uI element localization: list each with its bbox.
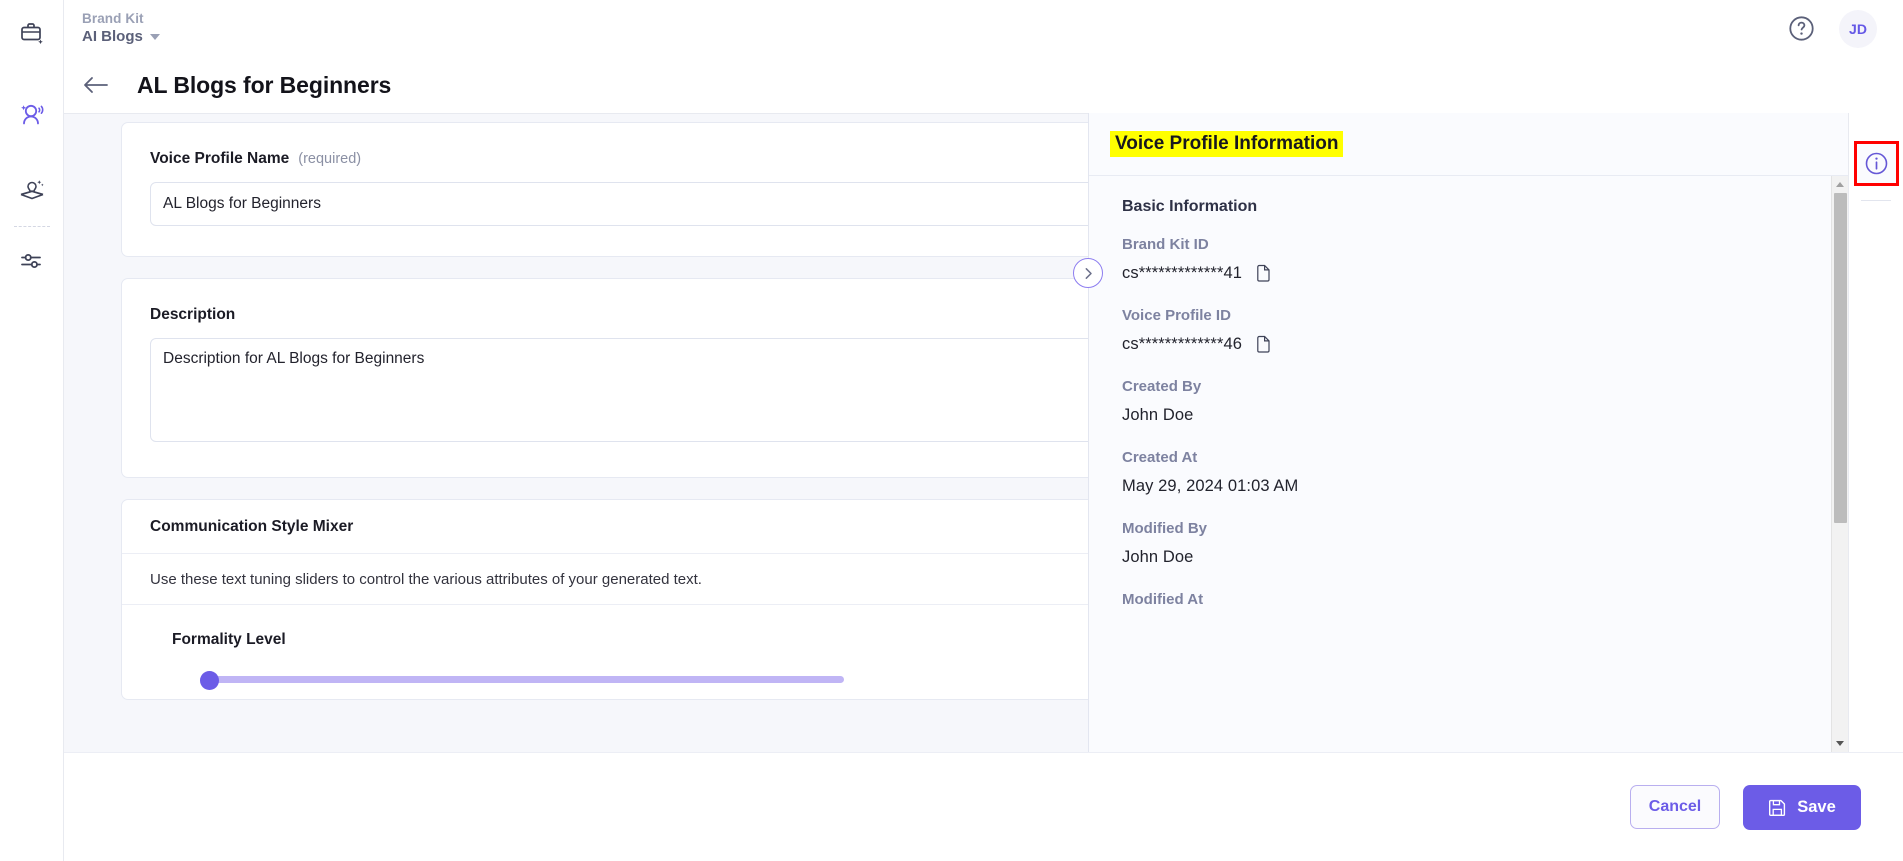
rail-divider bbox=[13, 226, 50, 227]
sliders-icon bbox=[20, 254, 41, 268]
page-header: AL Blogs for Beginners bbox=[55, 57, 1903, 113]
copy-voice-profile-id-button[interactable] bbox=[1254, 335, 1271, 354]
cancel-button[interactable]: Cancel bbox=[1630, 785, 1720, 829]
knowledge-sparkle-icon bbox=[20, 180, 44, 200]
save-disk-icon bbox=[1769, 799, 1786, 816]
sidebar-item-voice-profiles[interactable] bbox=[10, 93, 54, 137]
info-field-value: May 29, 2024 01:03 AM bbox=[1122, 477, 1299, 495]
scrollbar-thumb[interactable] bbox=[1833, 193, 1847, 523]
sidebar-item-knowledge-base[interactable] bbox=[10, 168, 54, 212]
collapse-panel-button[interactable] bbox=[1073, 258, 1103, 288]
voice-profile-name-label: Voice Profile Name bbox=[150, 150, 290, 167]
info-field-label: Created By bbox=[1122, 378, 1202, 395]
help-circle-icon bbox=[1789, 16, 1814, 41]
voice-profile-information-panel: Voice Profile Information Basic Informat… bbox=[1088, 113, 1848, 752]
info-panel-title: Voice Profile Information bbox=[1110, 131, 1344, 157]
footer-action-bar: Cancel Save bbox=[55, 752, 1903, 861]
info-field-value-row: John Doe bbox=[1122, 406, 1814, 425]
formality-level-slider[interactable] bbox=[200, 671, 844, 690]
info-field-label: Voice Profile ID bbox=[1122, 307, 1231, 324]
sidebar-item-brand-kit[interactable] bbox=[10, 11, 54, 55]
triangle-down-icon bbox=[1836, 741, 1844, 746]
info-field-modified-by: Modified By John Doe bbox=[1122, 520, 1814, 567]
help-button[interactable] bbox=[1788, 15, 1815, 42]
info-field-value-row: cs*************46 bbox=[1122, 335, 1814, 354]
scrollbar-track[interactable] bbox=[1832, 193, 1849, 735]
right-rail-divider bbox=[1861, 200, 1891, 201]
voice-profile-name-required-hint: (required) bbox=[298, 151, 362, 167]
info-field-value: cs*************41 bbox=[1122, 264, 1243, 282]
chevron-down-icon bbox=[149, 33, 160, 40]
info-panel-scrollbar[interactable] bbox=[1831, 176, 1848, 752]
save-button[interactable]: Save bbox=[1743, 784, 1861, 830]
info-field-created-at: Created At May 29, 2024 01:03 AM bbox=[1122, 449, 1814, 496]
info-field-label: Created At bbox=[1122, 449, 1198, 466]
arrow-left-icon bbox=[84, 77, 108, 93]
chevron-right-icon bbox=[1085, 267, 1092, 279]
slider-thumb[interactable] bbox=[200, 671, 219, 690]
copy-icon bbox=[1257, 335, 1270, 353]
breadcrumb: Brand Kit AI Blogs bbox=[82, 11, 160, 47]
avatar[interactable]: JD bbox=[1839, 9, 1877, 48]
info-field-label: Modified By bbox=[1122, 520, 1207, 537]
page-title: AL Blogs for Beginners bbox=[137, 71, 392, 98]
info-circle-icon bbox=[1865, 152, 1887, 175]
voice-profile-icon bbox=[20, 104, 43, 125]
description-label: Description bbox=[150, 306, 236, 323]
triangle-up-icon bbox=[1836, 182, 1844, 187]
scroll-up-button[interactable] bbox=[1831, 176, 1848, 193]
save-button-label: Save bbox=[1797, 797, 1836, 816]
info-field-voice-profile-id: Voice Profile ID cs*************46 bbox=[1122, 307, 1814, 354]
slider-track bbox=[200, 676, 844, 683]
info-field-label: Brand Kit ID bbox=[1122, 236, 1209, 253]
brand-kit-selector[interactable]: AI Blogs bbox=[82, 28, 160, 47]
info-field-brand-kit-id: Brand Kit ID cs*************41 bbox=[1122, 236, 1814, 283]
info-field-label: Modified At bbox=[1122, 591, 1204, 608]
info-panel-header: Voice Profile Information bbox=[1089, 113, 1848, 176]
basic-information-heading: Basic Information bbox=[1122, 198, 1258, 215]
back-button[interactable] bbox=[81, 74, 111, 96]
info-field-value: John Doe bbox=[1122, 548, 1194, 566]
top-bar-actions: JD bbox=[1788, 9, 1877, 48]
info-field-value: John Doe bbox=[1122, 406, 1194, 424]
toggle-info-panel-button[interactable] bbox=[1853, 141, 1899, 186]
scroll-down-button[interactable] bbox=[1831, 735, 1848, 752]
sidebar-item-settings[interactable] bbox=[10, 239, 54, 283]
breadcrumb-current-label: AI Blogs bbox=[82, 27, 143, 45]
info-field-modified-at: Modified At bbox=[1122, 591, 1814, 608]
briefcase-sparkle-icon bbox=[20, 23, 43, 45]
info-field-value-row: May 29, 2024 01:03 AM bbox=[1122, 477, 1814, 496]
info-field-value-row: John Doe bbox=[1122, 548, 1814, 567]
info-field-value: cs*************46 bbox=[1122, 335, 1243, 353]
info-field-value-row: cs*************41 bbox=[1122, 264, 1814, 283]
info-field-created-by: Created By John Doe bbox=[1122, 378, 1814, 425]
copy-icon bbox=[1257, 264, 1270, 282]
top-bar: Brand Kit AI Blogs JD bbox=[64, 0, 1903, 57]
copy-brand-kit-id-button[interactable] bbox=[1254, 264, 1271, 283]
breadcrumb-parent: Brand Kit bbox=[82, 10, 144, 26]
right-utility-rail bbox=[1848, 113, 1903, 752]
info-panel-body: Basic Information Brand Kit ID cs*******… bbox=[1089, 176, 1848, 752]
left-navigation-rail bbox=[0, 0, 64, 861]
